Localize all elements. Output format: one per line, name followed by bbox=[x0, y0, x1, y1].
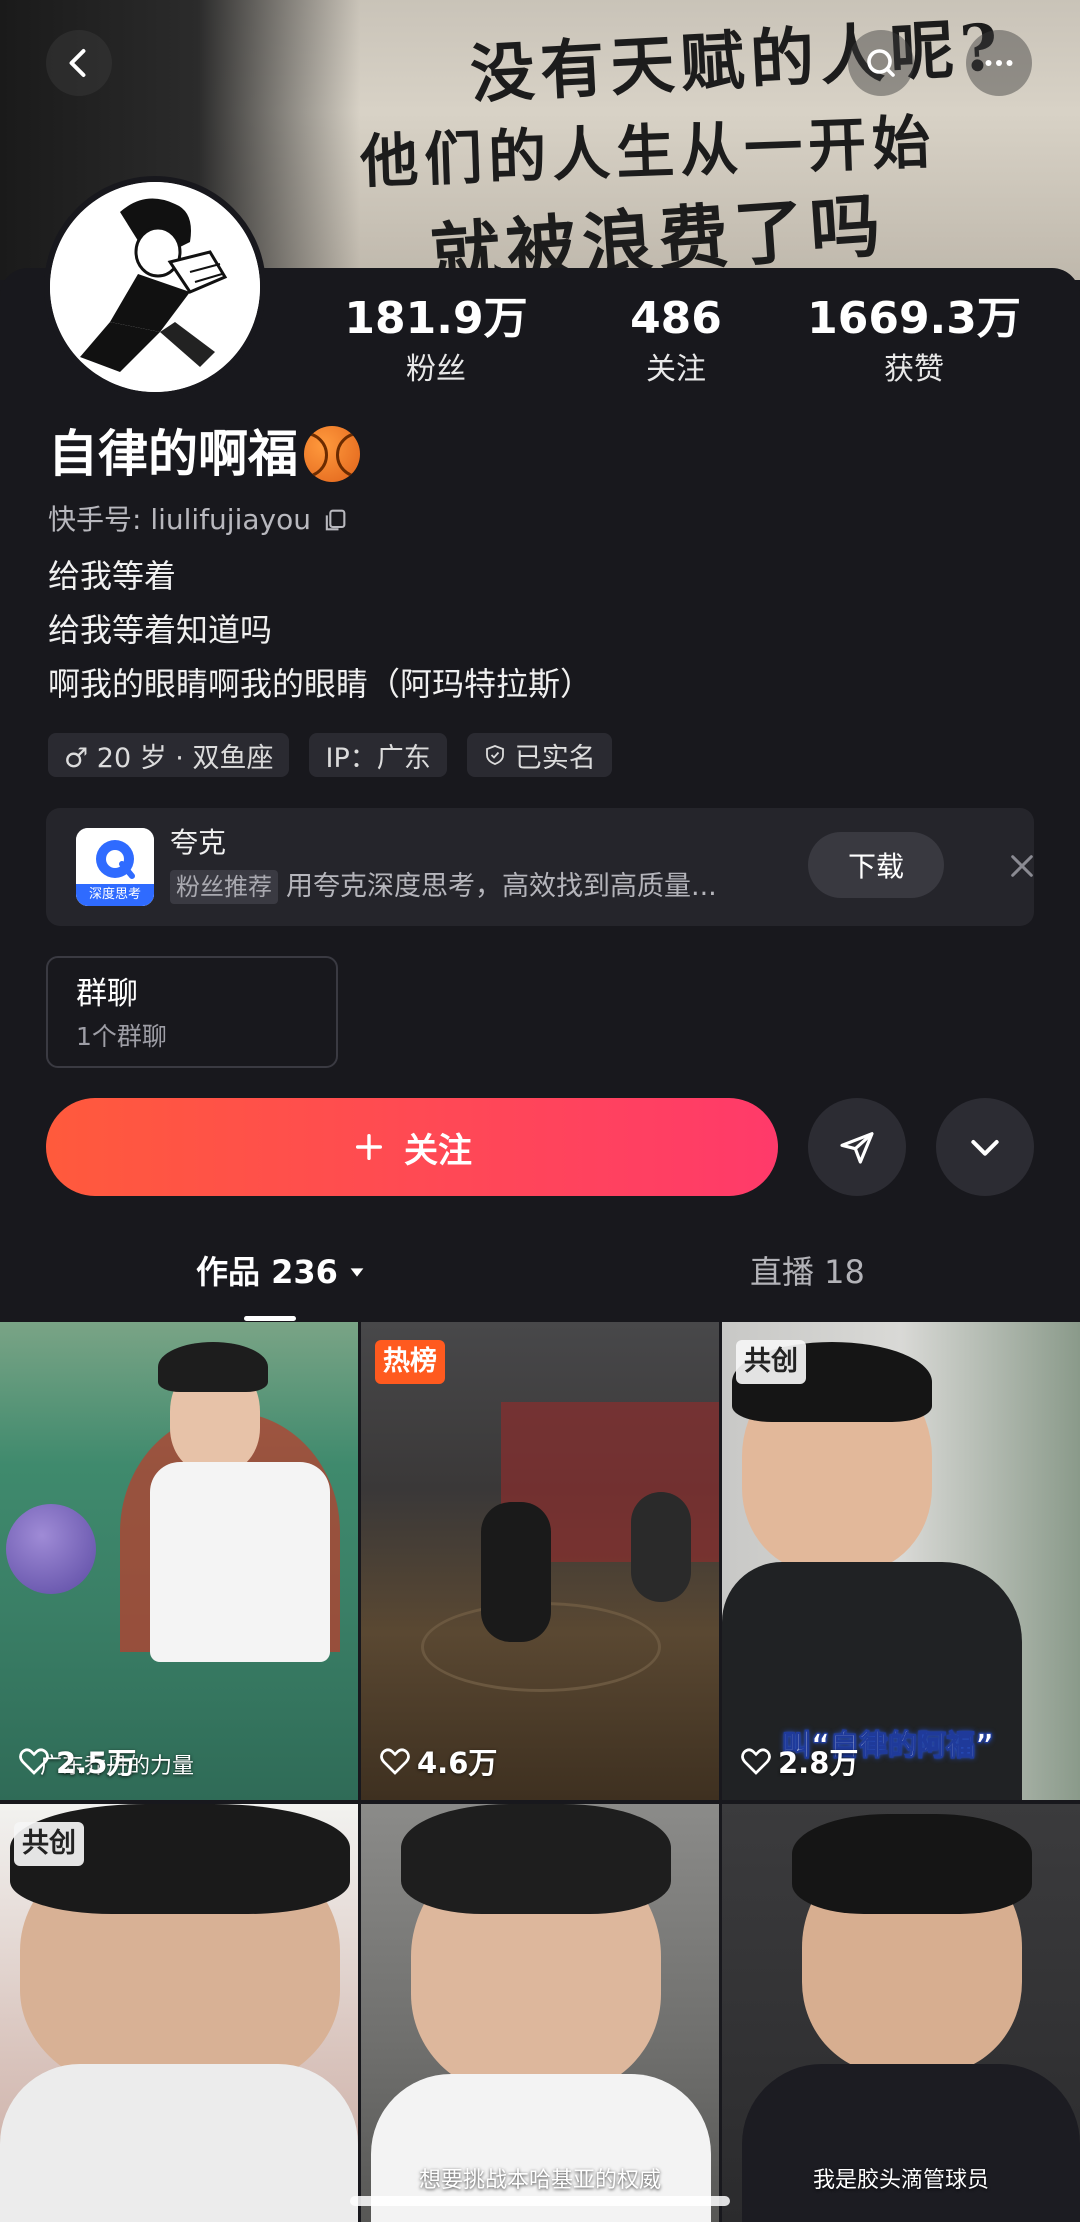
video-likes-count: 2.8万 bbox=[778, 1746, 859, 1780]
stat-likes-count: 1669.3万 bbox=[807, 293, 1021, 344]
video-likes-count: 4.6万 bbox=[417, 1746, 498, 1780]
quark-logo: 深度思考 bbox=[76, 828, 154, 906]
expand-button[interactable] bbox=[936, 1098, 1034, 1196]
ad-badge: 粉丝推荐 bbox=[170, 870, 278, 904]
tag-verified: 已实名 bbox=[466, 733, 612, 777]
tab-works-label: 作品 236 bbox=[196, 1253, 338, 1291]
hot-badge: 热榜 bbox=[375, 1340, 445, 1384]
follow-button-label: 关注 bbox=[404, 1130, 472, 1171]
stat-fans-label: 粉丝 bbox=[406, 352, 466, 387]
player bbox=[481, 1502, 551, 1642]
stat-fans-count: 181.9万 bbox=[344, 293, 528, 344]
group-chat-title: 群聊 bbox=[76, 976, 138, 1012]
bio-line-1: 给我等着 bbox=[48, 557, 177, 595]
bio-line-2: 给我等着知道吗 bbox=[48, 611, 273, 649]
bio-line-3: 啊我的眼睛啊我的眼睛（阿玛特拉斯） bbox=[48, 665, 593, 703]
video-likes: 4.6万 bbox=[379, 1740, 497, 1782]
caret-down-icon bbox=[350, 1268, 364, 1277]
stat-following-count: 486 bbox=[630, 293, 722, 344]
video-grid: 广东乔丹的力量 2.5万 热榜 4.6万 共创 叫“自律的阿福” 2.8万 共创… bbox=[0, 1322, 1080, 2222]
video-tile-1[interactable]: 广东乔丹的力量 2.5万 bbox=[0, 1322, 358, 1800]
search-icon bbox=[867, 49, 895, 77]
stat-fans[interactable]: 181.9万 粉丝 bbox=[326, 292, 546, 390]
co-creation-badge: 共创 bbox=[14, 1822, 84, 1866]
video-tile-2[interactable]: 热榜 4.6万 bbox=[361, 1322, 719, 1800]
ad-banner[interactable]: 深度思考 夸克 粉丝推荐 用夸克深度思考，高效找到高质量... 下载 bbox=[46, 808, 1034, 926]
person-hair bbox=[401, 1804, 671, 1914]
heart-icon bbox=[19, 1748, 49, 1775]
video-caption: 我是胶头滴管球员 bbox=[812, 2168, 989, 2193]
profile-tags: ♂ 20 岁 · 双鱼座 IP：广东 已实名 bbox=[48, 733, 612, 777]
co-creation-badge: 共创 bbox=[736, 1340, 806, 1384]
avatar-illustration bbox=[50, 182, 260, 392]
basketball bbox=[6, 1504, 96, 1594]
tab-works[interactable]: 作品 236 bbox=[196, 1250, 368, 1294]
person-hair bbox=[792, 1814, 1032, 1914]
video-likes: 2.8万 bbox=[740, 1740, 858, 1782]
stat-likes[interactable]: 1669.3万 获赞 bbox=[804, 292, 1024, 390]
stat-following-label: 关注 bbox=[646, 352, 706, 387]
video-likes-count: 2.5万 bbox=[56, 1746, 137, 1780]
avatar[interactable] bbox=[44, 176, 266, 398]
chevron-left-icon bbox=[69, 49, 86, 77]
player bbox=[631, 1492, 691, 1602]
plus-icon bbox=[355, 1133, 383, 1161]
back-button[interactable] bbox=[46, 30, 112, 96]
content-tabs: 作品 236 直播 18 bbox=[0, 1240, 1080, 1324]
tag-verified-text: 已实名 bbox=[514, 742, 596, 774]
search-button[interactable] bbox=[848, 30, 914, 96]
person-shirt bbox=[0, 2064, 358, 2222]
share-button[interactable] bbox=[808, 1098, 906, 1196]
stat-following[interactable]: 486 关注 bbox=[566, 292, 786, 390]
person-shirt bbox=[742, 2064, 1080, 2222]
person-hair bbox=[158, 1342, 268, 1392]
basketball-icon bbox=[304, 426, 360, 482]
ad-description: 用夸克深度思考，高效找到高质量... bbox=[286, 871, 717, 902]
video-tile-6[interactable]: 我是胶头滴管球员 bbox=[722, 1804, 1080, 2222]
shield-icon bbox=[485, 745, 504, 765]
chevron-down-icon bbox=[971, 1140, 999, 1156]
heart-icon bbox=[741, 1748, 771, 1775]
ad-download-button[interactable]: 下载 bbox=[808, 832, 944, 898]
video-tile-4[interactable]: 共创 bbox=[0, 1804, 358, 2222]
person-shirt bbox=[150, 1462, 330, 1662]
quark-logo-text: 深度思考 bbox=[88, 887, 141, 902]
profile-name-text: 自律的啊福 bbox=[48, 425, 298, 483]
tag-ip-location: IP：广东 bbox=[309, 733, 447, 777]
group-chat-subtitle: 1个群聊 bbox=[76, 1022, 167, 1051]
copy-icon[interactable] bbox=[321, 506, 349, 534]
video-likes: 2.5万 bbox=[18, 1740, 136, 1782]
active-tab-indicator bbox=[244, 1316, 296, 1321]
heart-icon bbox=[380, 1748, 410, 1775]
send-icon bbox=[840, 1132, 874, 1164]
stat-likes-label: 获赞 bbox=[884, 352, 944, 387]
home-indicator[interactable] bbox=[350, 2196, 730, 2206]
video-tile-5[interactable]: 想要挑战本哈基亚的权威 bbox=[361, 1804, 719, 2222]
more-button[interactable] bbox=[966, 30, 1032, 96]
tag-age-zodiac: ♂ 20 岁 · 双鱼座 bbox=[48, 733, 290, 777]
video-tile-3[interactable]: 共创 叫“自律的阿福” 2.8万 bbox=[722, 1322, 1080, 1800]
more-icon bbox=[985, 60, 1013, 66]
tab-live[interactable]: 直播 18 bbox=[750, 1250, 865, 1294]
ad-title: 夸克 bbox=[170, 826, 227, 859]
user-id-row[interactable]: 快手号: liulifujiayou bbox=[48, 500, 349, 540]
profile-name: 自律的啊福 bbox=[48, 424, 360, 484]
video-caption: 想要挑战本哈基亚的权威 bbox=[418, 2168, 661, 2193]
follow-button[interactable]: 关注 bbox=[46, 1098, 778, 1196]
close-icon[interactable] bbox=[1006, 850, 1038, 882]
user-id-text: 快手号: liulifujiayou bbox=[48, 503, 311, 536]
group-chat-card[interactable]: 群聊 1个群聊 bbox=[46, 956, 338, 1068]
